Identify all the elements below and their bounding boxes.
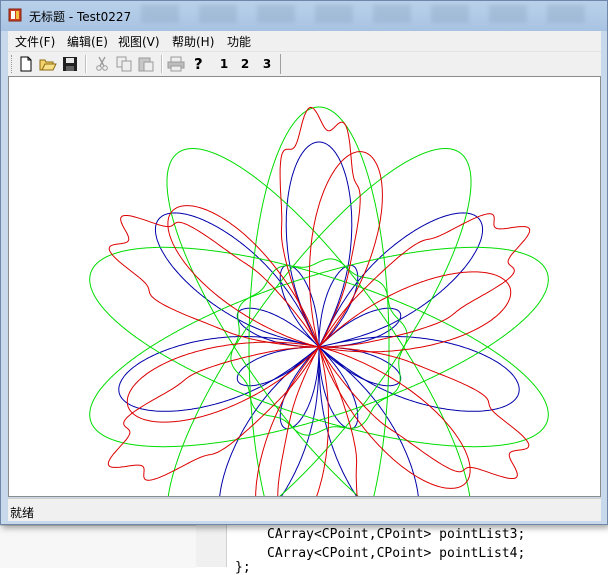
function-3-button[interactable]: 3: [257, 54, 277, 74]
paste-icon: [138, 57, 154, 72]
menu-view[interactable]: 视图(V): [116, 33, 162, 50]
app-icon: [8, 8, 22, 22]
toolbar: ? 1 2 3: [8, 52, 601, 76]
window-title: 无标题 - Test0227: [29, 10, 132, 24]
menu-bar: 文件(F) 编辑(E) 视图(V) 帮助(H) 功能: [8, 31, 601, 52]
green-curve: [248, 106, 390, 496]
code-line: CArray<CPoint,CPoint> pointList3;: [267, 527, 526, 542]
flower-drawing: [89, 106, 549, 496]
blurred-taskbar: [141, 5, 601, 23]
menu-help[interactable]: 帮助(H): [170, 33, 216, 50]
print-icon: [167, 56, 185, 72]
code-line: CArray<CPoint,CPoint> pointList4;: [267, 546, 526, 561]
cut-button[interactable]: [92, 54, 112, 74]
toolbar-separator: [161, 55, 163, 73]
toolbar-end: [280, 54, 281, 74]
paste-button[interactable]: [136, 54, 156, 74]
copy-button[interactable]: [114, 54, 134, 74]
new-file-button[interactable]: [16, 54, 36, 74]
green-curve: [167, 148, 472, 496]
help-button[interactable]: ?: [189, 54, 209, 74]
menu-function[interactable]: 功能: [225, 33, 253, 50]
title-bar[interactable]: 无标题 - Test0227: [1, 1, 607, 31]
menu-edit[interactable]: 编辑(E): [65, 33, 110, 50]
red-curve: [107, 106, 531, 496]
open-button[interactable]: [38, 54, 58, 74]
svg-text:?: ?: [194, 55, 203, 73]
status-text: 就绪: [10, 506, 35, 520]
function-2-label: 2: [240, 57, 250, 71]
print-button[interactable]: [166, 54, 186, 74]
function-1-label: 1: [219, 57, 229, 71]
new-file-icon: [20, 56, 32, 72]
menu-file[interactable]: 文件(F): [13, 33, 57, 50]
open-folder-icon: [39, 59, 57, 71]
copy-icon: [116, 56, 132, 72]
app-window: 无标题 - Test0227 文件(F) 编辑(E) 视图(V) 帮助(H) 功…: [0, 0, 608, 525]
save-icon: [63, 57, 77, 71]
red-rays-curve: [126, 151, 512, 496]
toolbar-separator: [85, 55, 87, 73]
help-icon: ?: [194, 55, 203, 73]
drawing-canvas[interactable]: [8, 76, 601, 497]
status-bar: 就绪: [8, 498, 601, 521]
save-button[interactable]: [60, 54, 80, 74]
background-ide-panel: [0, 525, 196, 568]
function-1-button[interactable]: 1: [214, 54, 234, 74]
code-line: };: [235, 560, 251, 575]
blue-curve: [118, 141, 520, 496]
function-3-label: 3: [262, 57, 272, 71]
green-curve: [166, 148, 471, 496]
cut-icon: [96, 56, 108, 71]
function-2-button[interactable]: 2: [235, 54, 255, 74]
toolbar-grip[interactable]: [11, 55, 14, 73]
